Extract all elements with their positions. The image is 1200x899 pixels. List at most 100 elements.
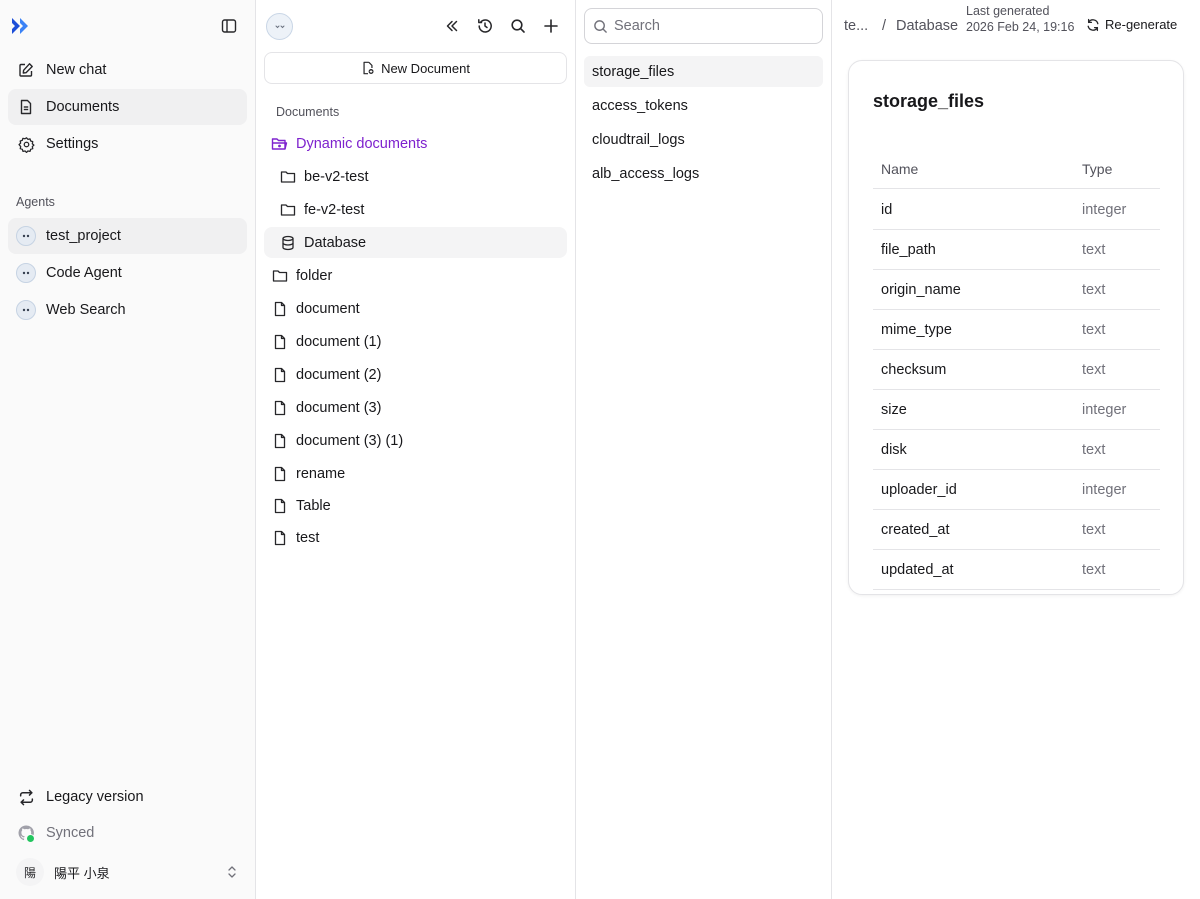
tree-item-label: folder — [296, 267, 333, 284]
agents-section-label: Agents — [16, 195, 55, 209]
breadcrumb-current: Database — [896, 18, 959, 34]
nav-documents[interactable]: Documents — [8, 89, 247, 125]
tree-item-label: document (3) (1) — [296, 432, 404, 449]
schema-header-row: Name Type — [873, 149, 1160, 189]
table-row: origin_name text — [873, 270, 1160, 310]
history-icon[interactable] — [474, 15, 496, 37]
tree-item-label: Dynamic documents — [296, 135, 428, 152]
tree-item-rename[interactable]: rename — [272, 458, 567, 489]
synced-dot-icon — [26, 834, 35, 843]
user-menu[interactable]: 陽 陽平 小泉 — [8, 855, 247, 889]
tree-item-table[interactable]: Table — [272, 490, 567, 521]
table-search-input[interactable] — [614, 18, 804, 34]
table-name-title: storage_files — [873, 91, 985, 111]
column-type: integer — [1082, 402, 1127, 418]
tree-item-document-3[interactable]: document (3) — [272, 392, 567, 423]
sync-status: Synced — [8, 817, 247, 849]
new-document-button[interactable]: New Document — [264, 52, 567, 84]
agent-label: Code Agent — [46, 265, 122, 281]
database-icon — [280, 235, 296, 251]
tree-item-label: document — [296, 300, 360, 317]
column-name: uploader_id — [881, 482, 957, 498]
column-type: text — [1082, 562, 1106, 578]
tree-item-document[interactable]: document — [272, 293, 567, 324]
table-item-cloudtrail-logs[interactable]: cloudtrail_logs — [584, 124, 823, 155]
last-generated-label: Last generated — [966, 4, 1050, 18]
column-name: file_path — [881, 242, 936, 258]
tree-item-database[interactable]: Database — [264, 227, 567, 258]
tree-item-be-v2-test[interactable]: be-v2-test — [280, 161, 567, 192]
column-name: checksum — [881, 362, 947, 378]
table-item-alb-access-logs[interactable]: alb_access_logs — [584, 158, 823, 189]
last-generated-value: 2026 Feb 24, 19:16 — [966, 20, 1075, 34]
sidebar-toggle-icon[interactable] — [218, 15, 240, 37]
column-name: id — [881, 202, 893, 218]
tree-item-document-1[interactable]: document (1) — [272, 326, 567, 357]
swap-arrows-icon — [16, 787, 36, 807]
column-type: integer — [1082, 202, 1127, 218]
tree-item-document-2[interactable]: document (2) — [272, 359, 567, 390]
agent-avatar-icon — [16, 226, 36, 246]
column-name: origin_name — [881, 282, 961, 298]
table-row: updated_at text — [873, 550, 1160, 590]
nav-new-chat[interactable]: New chat — [8, 52, 247, 88]
search-icon — [593, 19, 608, 34]
table-row: disk text — [873, 430, 1160, 470]
last-generated: Last generated 2026 Feb 24, 19:16 — [966, 3, 1076, 35]
file-icon — [272, 466, 288, 482]
tree-item-document-3-1[interactable]: document (3) (1) — [272, 425, 567, 456]
table-row: mime_type text — [873, 310, 1160, 350]
tree-item-label: test — [296, 529, 320, 546]
agent-avatar-icon — [16, 263, 36, 283]
tree-item-dynamic-documents[interactable]: Dynamic documents — [271, 128, 567, 159]
tree-item-fe-v2-test[interactable]: fe-v2-test — [280, 194, 567, 225]
search-icon[interactable] — [507, 15, 529, 37]
nav-label: Settings — [46, 136, 99, 152]
column-type: integer — [1082, 482, 1127, 498]
tree-item-test[interactable]: test — [272, 522, 567, 553]
file-icon — [272, 530, 288, 546]
collapse-panel-icon[interactable] — [441, 15, 463, 37]
column-name: created_at — [881, 522, 950, 538]
folder-open-icon — [271, 136, 288, 152]
table-search[interactable] — [584, 8, 823, 44]
table-row: file_path text — [873, 230, 1160, 270]
edit-icon — [16, 60, 36, 80]
breadcrumb-parent[interactable]: te... — [844, 18, 868, 34]
document-icon — [16, 97, 36, 117]
tree-item-label: be-v2-test — [304, 168, 369, 185]
table-item-access-tokens[interactable]: access_tokens — [584, 90, 823, 121]
file-icon — [272, 498, 288, 514]
table-item-storage-files[interactable]: storage_files — [584, 56, 823, 87]
column-type: text — [1082, 282, 1106, 298]
tree-item-folder[interactable]: folder — [272, 260, 567, 291]
legacy-version-link[interactable]: Legacy version — [8, 781, 247, 813]
file-icon — [272, 301, 288, 317]
tree-item-label: document (1) — [296, 333, 382, 350]
agent-item-code-agent[interactable]: Code Agent — [8, 255, 247, 291]
folder-icon — [272, 268, 288, 284]
agent-item-web-search[interactable]: Web Search — [8, 292, 247, 328]
table-detail-panel: te... / Database Last generated 2026 Feb… — [832, 0, 1200, 899]
legacy-version-label: Legacy version — [46, 789, 144, 805]
tree-item-label: document (2) — [296, 366, 382, 383]
agent-avatar-icon[interactable] — [266, 13, 293, 40]
regenerate-button[interactable]: Re-generate — [1086, 17, 1177, 32]
gear-icon — [16, 134, 36, 154]
app-logo-icon[interactable] — [10, 14, 34, 38]
table-row: size integer — [873, 390, 1160, 430]
column-name: mime_type — [881, 322, 952, 338]
sidebar: New chat Documents Settings Agents test_… — [0, 0, 256, 899]
agent-label: Web Search — [46, 302, 126, 318]
column-type: text — [1082, 322, 1106, 338]
add-icon[interactable] — [540, 15, 562, 37]
tables-panel: storage_files access_tokens cloudtrail_l… — [576, 0, 832, 899]
nav-settings[interactable]: Settings — [8, 126, 247, 162]
nav-label: Documents — [46, 99, 120, 115]
agent-item-test-project[interactable]: test_project — [8, 218, 247, 254]
user-name: 陽平 小泉 — [54, 865, 110, 881]
user-avatar: 陽 — [16, 858, 44, 886]
new-file-icon — [361, 61, 375, 75]
github-icon — [16, 823, 36, 843]
tree-item-label: Database — [304, 234, 367, 251]
